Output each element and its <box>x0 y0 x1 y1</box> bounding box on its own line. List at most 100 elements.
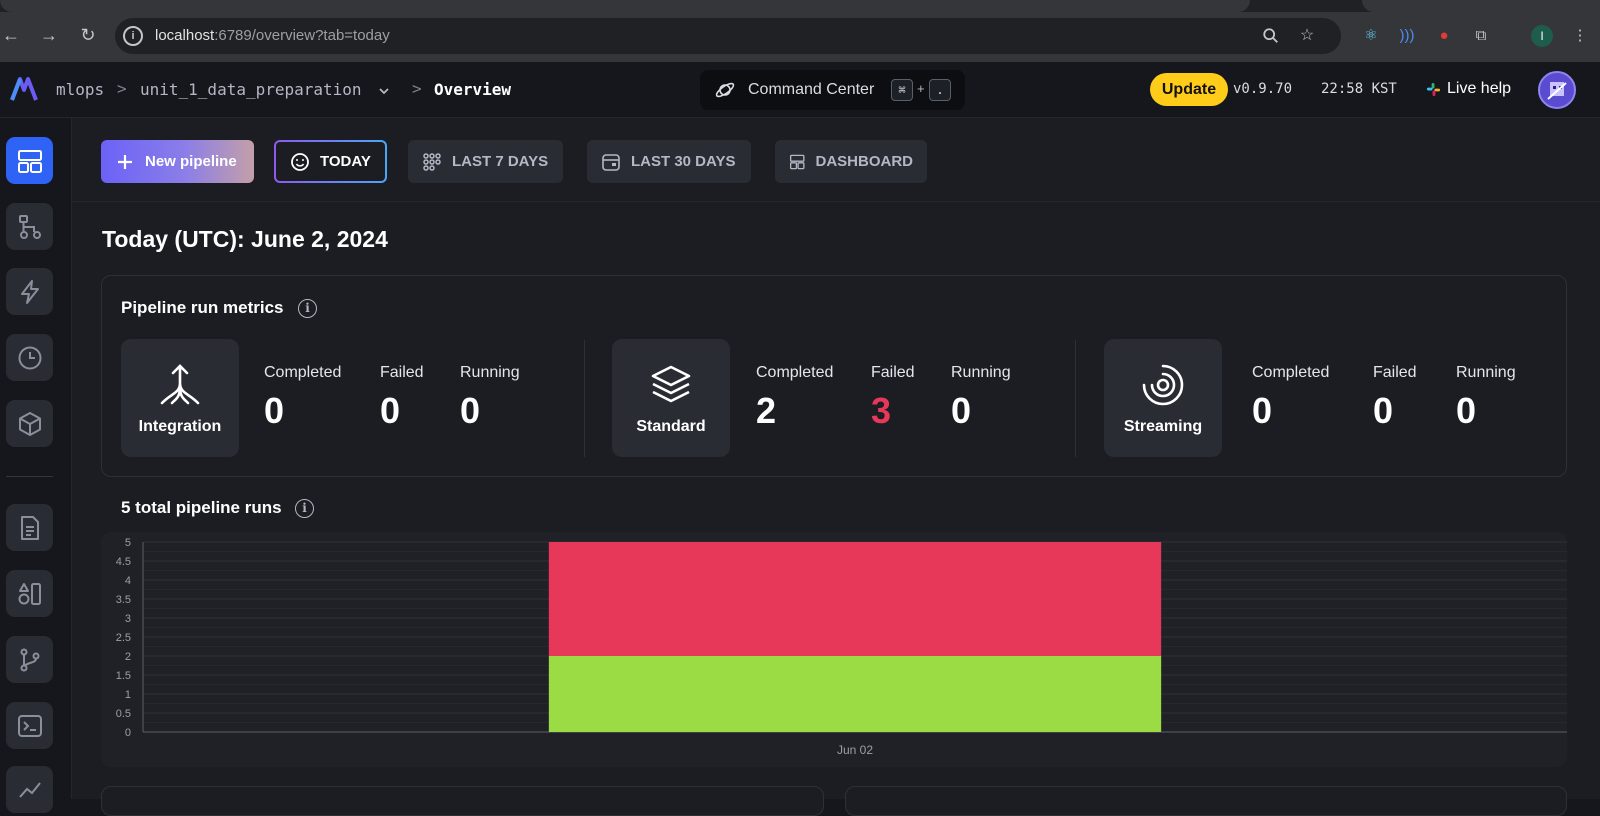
standard-label: Standard <box>636 418 706 435</box>
tab-today[interactable]: TODAY <box>274 140 387 183</box>
browser-menu-icon[interactable]: ⋮ <box>1570 26 1590 46</box>
runs-bar-chart: 0 0.5 1 1.5 2 2.5 3 3.5 4 4.5 5 Jun 02 <box>116 537 1567 757</box>
metrics-title: Pipeline run metrics <box>121 298 284 317</box>
breadcrumb-pipeline[interactable]: unit_1_data_preparation <box>140 80 362 99</box>
integration-type-card: Integration <box>121 339 239 457</box>
bookmark-star-icon[interactable]: ☆ <box>1298 27 1316 45</box>
streaming-label: Streaming <box>1123 418 1203 435</box>
streaming-completed-value: 0 <box>1252 390 1273 431</box>
overview-layout-icon <box>17 149 42 173</box>
streaming-icon <box>1142 364 1184 406</box>
tab-dashboard-label: DASHBOARD <box>815 153 914 170</box>
completed-label: Completed <box>1252 364 1330 381</box>
lightning-icon <box>20 279 39 304</box>
clock-text: 22:58 KST <box>1321 81 1397 97</box>
metrics-divider <box>584 340 585 457</box>
integration-icon <box>160 364 200 405</box>
profile-icon[interactable]: I <box>1531 25 1553 47</box>
page-title: Today (UTC): June 2, 2024 <box>102 226 388 252</box>
sidebar-divider <box>6 476 53 477</box>
wifi-extension-icon[interactable]: ))) <box>1397 26 1417 46</box>
info-icon[interactable]: i <box>298 299 317 318</box>
integration-label: Integration <box>138 418 222 435</box>
plus-icon <box>118 154 132 169</box>
failed-label: Failed <box>1373 364 1417 381</box>
reload-icon[interactable]: ↻ <box>77 24 99 46</box>
bar-segment <box>548 656 1162 732</box>
standard-running-value: 0 <box>951 390 972 431</box>
streaming-failed-value: 0 <box>1373 390 1394 431</box>
running-label: Running <box>460 364 520 381</box>
sidebar-item-files[interactable] <box>6 504 53 551</box>
y-tick-label: 3 <box>125 613 131 625</box>
sidebar-item-blocks[interactable] <box>6 400 53 447</box>
y-tick-label: 5 <box>125 537 131 549</box>
forward-icon[interactable]: → <box>38 24 60 46</box>
tab-last-30-days-label: LAST 30 DAYS <box>631 153 736 170</box>
sidebar-item-terminal[interactable] <box>6 702 53 749</box>
pipeline-tree-icon <box>18 214 41 239</box>
slack-icon <box>1426 82 1441 97</box>
smiley-icon <box>291 152 309 171</box>
cube-icon <box>18 411 41 436</box>
live-help-link[interactable]: Live help <box>1447 80 1511 98</box>
user-avatar[interactable] <box>1538 71 1576 109</box>
y-tick-label: 3.5 <box>116 594 131 606</box>
y-tick-label: 0.5 <box>116 708 131 720</box>
y-tick-label: 2.5 <box>116 632 131 644</box>
integration-failed-value: 0 <box>380 390 401 431</box>
command-center-label: Command Center <box>748 81 875 98</box>
y-tick-label: 4 <box>125 575 131 587</box>
hand-extension-icon[interactable]: ● <box>1434 26 1454 46</box>
breadcrumb-current: Overview <box>434 80 512 99</box>
running-label: Running <box>1456 364 1516 381</box>
breadcrumb-project[interactable]: mlops <box>56 80 104 99</box>
sidebar-item-monitoring[interactable] <box>6 766 53 813</box>
terminal-icon <box>17 714 42 737</box>
breadcrumb-separator-icon: > <box>412 79 422 98</box>
sidebar-item-runs[interactable] <box>6 334 53 381</box>
clock-icon <box>18 346 41 369</box>
chevron-down-icon[interactable] <box>378 85 390 97</box>
new-pipeline-button[interactable]: New pipeline <box>101 140 254 183</box>
address-bar[interactable]: i localhost:6789/overview?tab=today ☆ <box>115 18 1341 54</box>
shortcut-key: ⌘ <box>891 79 913 101</box>
sidebar-item-version-control[interactable] <box>6 636 53 683</box>
react-devtools-icon[interactable]: ⚛ <box>1361 26 1381 46</box>
breadcrumb-separator-icon: > <box>117 79 127 98</box>
tab-last-7-days[interactable]: LAST 7 DAYS <box>408 140 563 183</box>
update-button[interactable]: Update <box>1150 73 1228 106</box>
back-icon[interactable]: ← <box>0 24 22 46</box>
info-icon[interactable]: i <box>295 499 314 518</box>
bottom-card-right <box>845 786 1567 816</box>
sidebar-item-triggers[interactable] <box>6 268 53 315</box>
url-text[interactable]: localhost:6789/overview?tab=today <box>155 27 390 44</box>
metrics-divider <box>1075 340 1076 457</box>
x-tick-label: Jun 02 <box>837 743 873 757</box>
command-center-button[interactable]: Command Center ⌘ + . <box>700 70 965 110</box>
y-tick-label: 4.5 <box>116 556 131 568</box>
tab-last-7-days-label: LAST 7 DAYS <box>452 153 549 170</box>
layers-icon <box>651 365 691 403</box>
new-pipeline-label: New pipeline <box>145 153 237 170</box>
mage-logo-icon[interactable] <box>10 76 38 102</box>
sidebar-item-overview[interactable] <box>6 137 53 184</box>
shortcut-plus: + <box>917 81 925 96</box>
sidebar-item-pipelines[interactable] <box>6 203 53 250</box>
completed-label: Completed <box>264 364 342 381</box>
shortcut-key: . <box>929 79 951 101</box>
y-tick-label: 0 <box>125 727 131 739</box>
integration-running-value: 0 <box>460 390 481 431</box>
document-icon <box>20 515 39 540</box>
sidebar-item-templates[interactable] <box>6 570 53 617</box>
tab-last-30-days[interactable]: LAST 30 DAYS <box>587 140 751 183</box>
git-branch-icon <box>20 648 39 671</box>
planet-icon <box>715 82 735 98</box>
standard-type-card: Standard <box>612 339 730 457</box>
streaming-type-card: Streaming <box>1104 339 1222 457</box>
zoom-icon[interactable] <box>1262 27 1280 45</box>
extensions-puzzle-icon[interactable]: ⧉ <box>1471 26 1491 46</box>
tab-dashboard[interactable]: DASHBOARD <box>775 140 927 183</box>
site-info-icon[interactable]: i <box>123 26 143 46</box>
y-tick-label: 1.5 <box>116 670 131 682</box>
